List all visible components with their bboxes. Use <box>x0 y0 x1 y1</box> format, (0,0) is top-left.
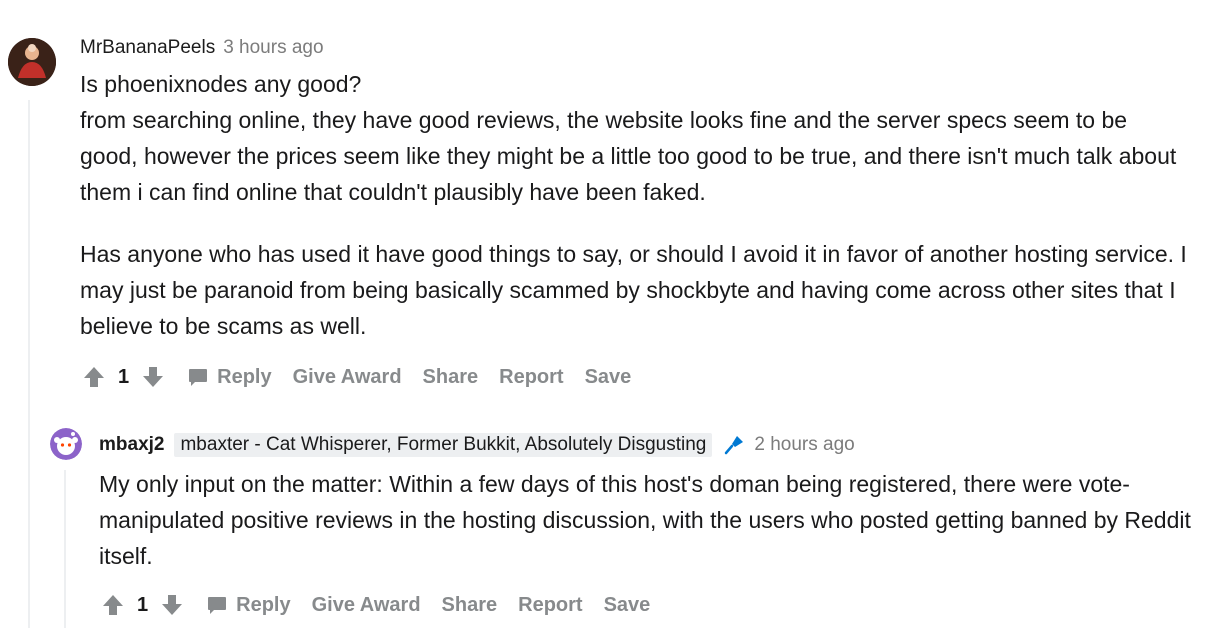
give-award-button[interactable]: Give Award <box>293 366 402 389</box>
thread-line-reply[interactable] <box>64 470 66 628</box>
microphone-icon <box>722 433 746 457</box>
save-button[interactable]: Save <box>604 594 651 617</box>
comment-paragraph: My only input on the matter: Within a fe… <box>99 471 1191 569</box>
report-button[interactable]: Report <box>499 366 563 389</box>
vote-score: 1 <box>118 365 130 388</box>
comment-paragraph: from searching online, they have good re… <box>80 107 1177 205</box>
comment-timestamp[interactable]: 3 hours ago <box>223 37 323 59</box>
reply-label: Reply <box>217 365 272 388</box>
thread-line-primary[interactable] <box>28 100 30 628</box>
downvote-icon[interactable] <box>160 593 184 617</box>
downvote-icon[interactable] <box>141 365 165 389</box>
comment: MrBananaPeels 3 hours ago Is phoenixnode… <box>80 34 1190 344</box>
reply-label: Reply <box>236 593 291 616</box>
comment-meta: MrBananaPeels 3 hours ago <box>80 34 1190 62</box>
avatar-photo-icon <box>8 38 56 86</box>
user-flair: mbaxter - Cat Whisperer, Former Bukkit, … <box>174 433 713 457</box>
comment: mbaxj2 mbaxter - Cat Whisperer, Former B… <box>99 430 1199 574</box>
comment-paragraph: Is phoenixnodes any good? <box>80 71 362 97</box>
avatar[interactable] <box>50 428 82 460</box>
chat-bubble-icon <box>206 594 228 616</box>
upvote-icon[interactable] <box>82 365 106 389</box>
upvote-icon[interactable] <box>101 593 125 617</box>
give-award-button[interactable]: Give Award <box>312 594 421 617</box>
comment-meta: mbaxj2 mbaxter - Cat Whisperer, Former B… <box>99 430 1199 460</box>
chat-bubble-icon <box>187 366 209 388</box>
comment-timestamp[interactable]: 2 hours ago <box>754 434 854 456</box>
comment-author[interactable]: mbaxj2 <box>99 434 164 456</box>
share-button[interactable]: Share <box>423 366 479 389</box>
reply-button[interactable]: Reply <box>206 593 291 617</box>
share-button[interactable]: Share <box>442 594 498 617</box>
report-button[interactable]: Report <box>518 594 582 617</box>
avatar[interactable] <box>8 38 56 86</box>
comment-author[interactable]: MrBananaPeels <box>80 37 215 59</box>
comment-actions: 1 Reply Give Award Share Report Save <box>82 362 631 392</box>
save-button[interactable]: Save <box>585 366 632 389</box>
comment-actions: 1 Reply Give Award Share Report Save <box>101 590 650 620</box>
comment-body: My only input on the matter: Within a fe… <box>99 466 1199 574</box>
comment-paragraph: Has anyone who has used it have good thi… <box>80 241 1187 339</box>
reply-button[interactable]: Reply <box>187 365 272 389</box>
comment-body: Is phoenixnodes any good? from searching… <box>80 66 1190 344</box>
snoo-avatar-icon <box>50 428 82 460</box>
vote-score: 1 <box>137 593 149 616</box>
